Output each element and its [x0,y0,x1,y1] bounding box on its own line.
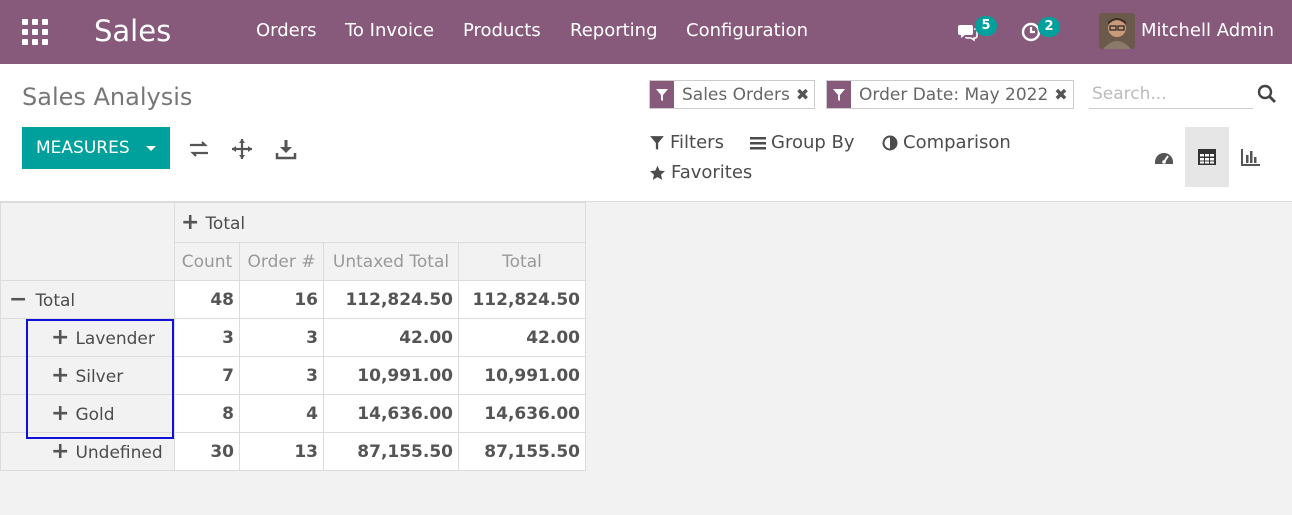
cell-count[interactable]: 48 [174,280,240,319]
measure-header-count[interactable]: Count [174,242,240,281]
comparison-label: Comparison [903,132,1011,153]
favorites-label: Favorites [671,162,753,183]
table-row: + Lavender 3 3 42.00 42.00 [0,318,586,357]
cell-count[interactable]: 3 [174,318,240,357]
facet-label: Sales Orders [682,84,790,105]
breadcrumb-title: Sales Analysis [22,83,193,111]
measure-header-untaxed-total[interactable]: Untaxed Total [323,242,459,281]
cell-count[interactable]: 8 [174,394,240,433]
cell-total[interactable]: 10,991.00 [458,356,586,395]
cell-total[interactable]: 112,824.50 [458,280,586,319]
pivot-corner [0,202,175,281]
filters-dropdown[interactable]: Filters [649,132,724,153]
plus-icon: + [51,362,70,388]
cell-order-number[interactable]: 3 [239,356,324,395]
row-header-label: Lavender [75,328,155,349]
top-navbar: Sales Orders To Invoice Products Reporti… [0,0,1292,64]
search-icon[interactable] [1257,84,1277,104]
pivot-table: + Total Count Order # Untaxed Total Total… [0,202,586,471]
cell-total[interactable]: 14,636.00 [458,394,586,433]
group-by-label: Group By [771,132,855,153]
messages-badge: 5 [975,16,997,36]
cell-order-number[interactable]: 4 [239,394,324,433]
row-header-label: Total [35,290,76,311]
filter-icon [650,81,674,108]
user-avatar[interactable] [1099,13,1135,49]
list-icon [750,136,766,149]
menu-reporting[interactable]: Reporting [570,20,658,41]
facet-order-date[interactable]: Order Date: May 2022 ✖ [826,80,1074,109]
column-header-label: Total [205,213,246,234]
table-row: + Gold 8 4 14,636.00 14,636.00 [0,394,586,433]
caret-down-icon [146,146,156,151]
table-icon [1198,149,1216,165]
row-header-silver[interactable]: + Silver [0,356,175,395]
apps-menu-icon[interactable] [22,19,48,45]
bar-chart-icon [1241,149,1260,166]
measures-label: MEASURES [36,138,130,158]
cell-order-number[interactable]: 16 [239,280,324,319]
cell-untaxed-total[interactable]: 87,155.50 [323,432,459,471]
cell-untaxed-total[interactable]: 10,991.00 [323,356,459,395]
table-row: + Undefined 30 13 87,155.50 87,155.50 [0,432,586,471]
cell-untaxed-total[interactable]: 112,824.50 [323,280,459,319]
measure-header-order-number[interactable]: Order # [239,242,324,281]
row-header-lavender[interactable]: + Lavender [0,318,175,357]
plus-icon: + [51,438,70,464]
menu-to-invoice[interactable]: To Invoice [345,20,434,41]
menu-configuration[interactable]: Configuration [686,20,808,41]
menu-products[interactable]: Products [463,20,541,41]
tachometer-icon [1155,153,1173,164]
facet-remove-icon[interactable]: ✖ [1054,85,1072,104]
minus-icon: − [9,286,28,312]
filter-icon [650,135,664,150]
app-brand[interactable]: Sales [94,14,171,48]
menu-orders[interactable]: Orders [256,20,317,41]
filter-icon [827,81,851,108]
cell-order-number[interactable]: 13 [239,432,324,471]
graph-view-button[interactable] [1229,127,1273,187]
table-row: + Silver 7 3 10,991.00 10,991.00 [0,356,586,395]
row-header-total[interactable]: − Total [0,280,175,319]
cell-total[interactable]: 42.00 [458,318,586,357]
cell-untaxed-total[interactable]: 14,636.00 [323,394,459,433]
search-input[interactable] [1089,80,1253,109]
facet-remove-icon[interactable]: ✖ [796,85,814,104]
user-name[interactable]: Mitchell Admin [1141,20,1274,41]
star-icon [649,165,666,180]
row-header-undefined[interactable]: + Undefined [0,432,175,471]
group-by-dropdown[interactable]: Group By [750,132,855,153]
download-icon[interactable] [274,137,298,161]
adjust-icon [882,135,898,150]
control-panel: Sales Analysis MEASURES Sales Orders ✖ O… [0,64,1292,202]
plus-icon: + [181,209,200,235]
plus-icon: + [51,400,70,426]
expand-all-icon[interactable] [230,137,254,161]
pivot-view-button[interactable] [1185,127,1229,187]
cell-count[interactable]: 30 [174,432,240,471]
row-header-gold[interactable]: + Gold [0,394,175,433]
cell-order-number[interactable]: 3 [239,318,324,357]
activities-badge: 2 [1038,17,1060,37]
favorites-dropdown[interactable]: Favorites [649,162,752,183]
row-header-label: Silver [75,366,124,387]
dashboard-view-button[interactable] [1142,127,1186,187]
facet-sales-orders[interactable]: Sales Orders ✖ [649,80,816,109]
cell-count[interactable]: 7 [174,356,240,395]
table-row-total: − Total 48 16 112,824.50 112,824.50 [0,280,586,319]
cell-total[interactable]: 87,155.50 [458,432,586,471]
plus-icon: + [51,324,70,350]
column-header-total[interactable]: + Total [174,202,586,243]
measure-header-total[interactable]: Total [458,242,586,281]
row-header-label: Gold [75,404,115,425]
row-header-label: Undefined [75,442,163,463]
facet-label: Order Date: May 2022 [859,84,1049,105]
comparison-dropdown[interactable]: Comparison [882,132,1011,153]
flip-axis-icon[interactable] [187,137,211,161]
cell-untaxed-total[interactable]: 42.00 [323,318,459,357]
filters-label: Filters [670,132,724,153]
measures-dropdown-button[interactable]: MEASURES [22,127,170,169]
